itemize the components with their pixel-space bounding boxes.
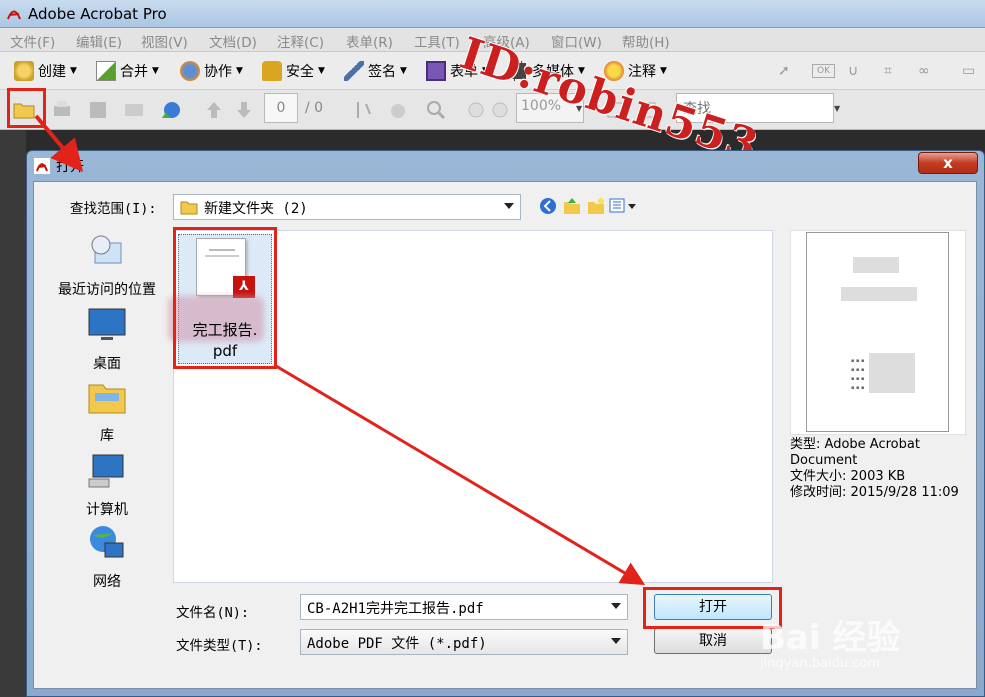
filename-value: CB-A2H1完井完工报告.pdf [307, 601, 484, 617]
view-menu-icon[interactable] [609, 197, 639, 215]
filetype-select[interactable]: Adobe PDF 文件 (*.pdf) [300, 629, 628, 655]
secure-button[interactable]: 安全 ▼ [262, 60, 325, 82]
globe-upload-icon[interactable] [158, 98, 182, 122]
place-desktop[interactable]: 桌面 [46, 305, 168, 373]
app-title: Adobe Acrobat Pro [28, 5, 167, 23]
look-in-label: 查找范围(I): [70, 201, 157, 217]
zoom-in-icon[interactable] [488, 98, 512, 122]
chevron-down-icon [611, 603, 621, 609]
filetype-value: Adobe PDF 文件 (*.pdf) [307, 636, 487, 652]
email-icon[interactable] [122, 98, 146, 122]
create-button[interactable]: 创建 ▼ [14, 60, 77, 82]
network-icon [90, 526, 124, 558]
brand-url: jingyan.baidu.com [760, 656, 880, 671]
menu-document[interactable]: 文档(D) [209, 31, 257, 51]
recent-places-icon [91, 235, 122, 264]
dialog-titlebar: 打开 [34, 155, 84, 177]
chevron-down-icon [611, 638, 621, 644]
menu-comment[interactable]: 注释(C) [277, 31, 324, 51]
folder-icon [180, 201, 198, 215]
chevron-down-icon: ▼ [152, 66, 159, 76]
form-icon [426, 61, 446, 81]
collaborate-icon [180, 61, 200, 81]
zoom-out-icon[interactable] [464, 98, 488, 122]
menu-tools[interactable]: 工具(T) [414, 31, 460, 51]
place-recent[interactable]: 最近访问的位置 [46, 231, 168, 299]
chevron-down-icon: ▼ [660, 66, 667, 76]
chevron-down-icon: ▼ [70, 66, 77, 76]
combine-button[interactable]: 合并 ▼ [96, 60, 159, 82]
close-button[interactable]: x [918, 152, 978, 174]
crop-icon: ⌗ [884, 63, 892, 79]
combine-icon [96, 61, 116, 81]
page-count: / 0 [305, 100, 324, 116]
menu-view[interactable]: 视图(V) [141, 31, 188, 51]
u-tool-button[interactable]: ∪ [848, 60, 858, 82]
document-area [0, 130, 26, 697]
filename-label: 文件名(N): [176, 605, 250, 621]
crop-button[interactable]: ⌗ [884, 60, 892, 82]
more-button[interactable]: ▭ [962, 60, 975, 82]
link-button[interactable]: ∞ [918, 60, 930, 82]
find-dropdown-icon[interactable]: ▼ [834, 104, 840, 113]
pen-icon [344, 61, 364, 81]
create-icon [14, 61, 34, 81]
back-icon[interactable] [539, 197, 557, 215]
arrow-down-icon[interactable] [232, 98, 256, 122]
file-info: 类型: Adobe Acrobat Document 文件大小: 2003 KB… [790, 437, 959, 500]
menu-edit[interactable]: 编辑(E) [76, 31, 122, 51]
link-icon: ∞ [918, 63, 930, 79]
select-text-icon[interactable] [352, 98, 376, 122]
menu-help[interactable]: 帮助(H) [622, 31, 670, 51]
place-network[interactable]: 网络 [46, 523, 168, 591]
acrobat-logo-icon [34, 158, 50, 174]
menu-forms[interactable]: 表单(R) [346, 31, 393, 51]
arrow-up-icon[interactable] [202, 98, 226, 122]
select-tool-button[interactable]: ➚ [778, 60, 790, 82]
chevron-down-icon: ▼ [400, 66, 407, 76]
hand-icon[interactable] [386, 98, 410, 122]
new-folder-icon[interactable] [586, 196, 606, 216]
ok-icon: OK [812, 64, 835, 78]
filetype-label: 文件类型(T): [176, 638, 263, 654]
magnet-icon: ∪ [848, 63, 859, 79]
brand-logo: Bai 经验 [760, 618, 901, 658]
look-in-value: 新建文件夹 (2) [204, 201, 308, 217]
collaborate-button[interactable]: 协作 ▼ [180, 60, 243, 82]
highlight-open-button [7, 88, 46, 128]
acrobat-logo-icon [7, 10, 21, 20]
chevron-down-icon: ▼ [236, 66, 243, 76]
sign-button[interactable]: 签名 ▼ [344, 60, 407, 82]
highlight-file [173, 227, 277, 369]
menu-file[interactable]: 文件(F) [10, 31, 55, 51]
chevron-down-icon [504, 203, 514, 209]
dialog-title: 打开 [56, 159, 84, 175]
computer-icon [88, 454, 124, 488]
cancel-button[interactable]: 取消 [654, 628, 772, 654]
app-titlebar: Adobe Acrobat Pro [0, 0, 985, 28]
place-libraries[interactable]: 库 [46, 377, 168, 445]
up-folder-icon[interactable] [562, 196, 582, 216]
page-number-input[interactable]: 0 [264, 93, 298, 123]
save-icon[interactable] [86, 98, 110, 122]
print-icon[interactable] [50, 98, 74, 122]
place-computer[interactable]: 计算机 [46, 451, 168, 519]
lock-icon [262, 61, 282, 81]
menu-window[interactable]: 窗口(W) [551, 31, 602, 51]
libraries-icon [88, 384, 126, 414]
places-bar: 最近访问的位置 桌面 库 计算机 网络 [46, 225, 168, 591]
look-in-select[interactable]: 新建文件夹 (2) [173, 194, 521, 220]
chevron-down-icon: ▼ [318, 66, 325, 76]
cursor-icon: ➚ [778, 63, 790, 79]
preview-page: ▪ ▪ ▪ ▪ ▪ ▪ ▪ ▪ ▪ ▪ ▪ ▪ [806, 232, 949, 432]
field-icon: ▭ [962, 63, 976, 79]
ok-button[interactable]: OK [812, 60, 835, 82]
filename-input[interactable]: CB-A2H1完井完工报告.pdf [300, 594, 628, 620]
desktop-icon [88, 308, 126, 340]
zoom-tool-icon[interactable] [424, 98, 448, 122]
